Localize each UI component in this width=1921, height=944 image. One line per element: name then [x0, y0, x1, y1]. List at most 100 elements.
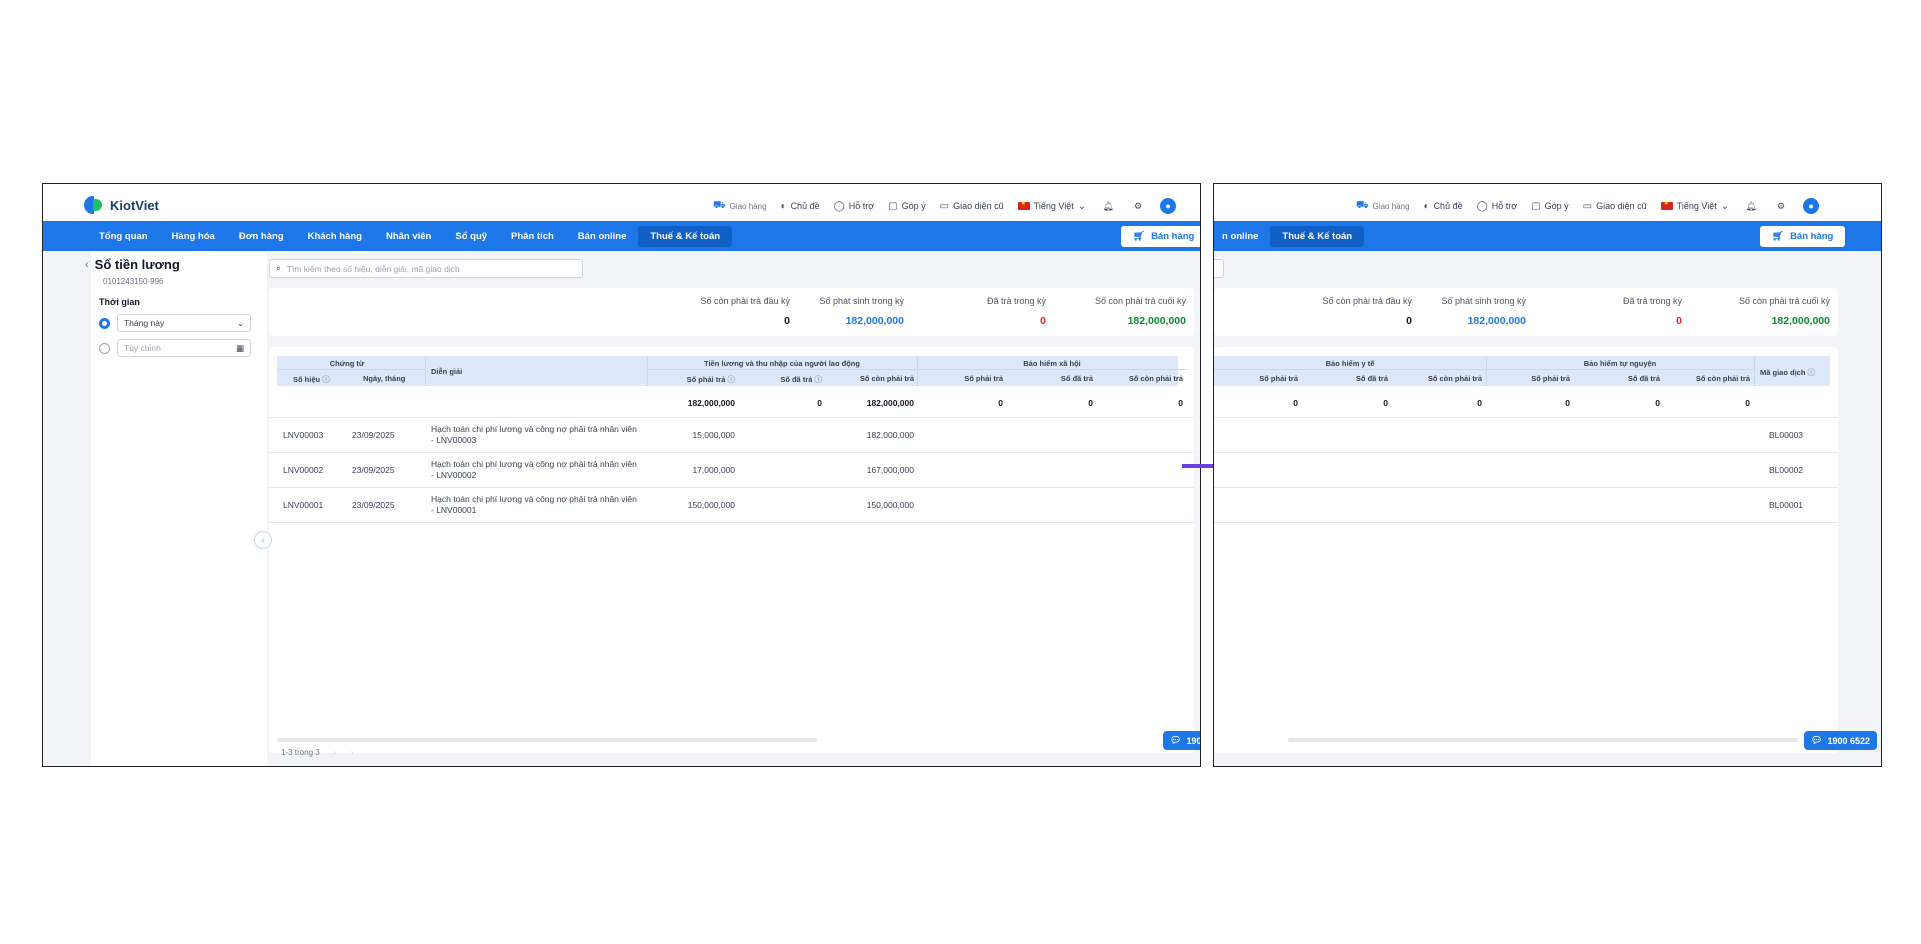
gear-icon[interactable]: ⚙ — [1773, 198, 1789, 214]
row-number[interactable]: LNV00003 — [283, 430, 323, 440]
summary-opening-label: Số còn phải trả đầu kỳ — [1322, 296, 1412, 306]
language-select[interactable]: Tiếng Việt⌄ — [1660, 200, 1729, 212]
cart-icon: 🛒︎ — [1133, 231, 1146, 242]
header-vol-payable: Số phải trả — [1531, 374, 1570, 383]
row-txn[interactable]: BL00001 — [1769, 500, 1803, 510]
tax-code: 0101243150-996 — [103, 277, 164, 286]
feedback-link[interactable]: ▢ Góp ý — [888, 201, 925, 212]
header-number[interactable]: Số hiệu ⓘ — [293, 374, 330, 385]
language-select[interactable]: Tiếng Việt⌄ — [1017, 200, 1087, 212]
row-desc: Hạch toán chi phí lương và công nợ phải … — [431, 459, 637, 480]
summary-paid-value: 0 — [1040, 315, 1046, 327]
main-nav: n online Thuế & Kế toán 🛒︎ Bán hàng — [1214, 221, 1881, 251]
table-row[interactable]: BL00002 — [1214, 453, 1838, 488]
vietnam-flag-icon — [1017, 200, 1030, 210]
custom-date-field[interactable]: Tùy chỉnh ▦ — [117, 339, 251, 357]
pager: 1-3 trong 3 ‹ › — [281, 748, 354, 757]
back-chevron-icon[interactable]: ‹ — [85, 259, 89, 271]
hotline-button[interactable]: 💬︎ 1900 6522 — [1804, 731, 1877, 750]
period-select[interactable]: Tháng này ⌄ — [117, 314, 251, 332]
nav-item-products[interactable]: Hàng hóa — [160, 226, 227, 247]
time-filter-label: Thời gian — [99, 297, 140, 307]
hotline-button[interactable]: 💬︎ 1900 65 — [1163, 731, 1200, 750]
support-link[interactable]: ◯ Hỗ trợ — [834, 201, 875, 212]
sell-button-label: Bán hàng — [1151, 231, 1195, 242]
vietnam-flag-icon — [1660, 200, 1673, 210]
table-row[interactable]: BL00001 — [1214, 488, 1838, 523]
support-label: Hỗ trợ — [848, 201, 875, 211]
row-number[interactable]: LNV00002 — [283, 465, 323, 475]
row-txn[interactable]: BL00002 — [1769, 465, 1803, 475]
row-txn[interactable]: BL00003 — [1769, 430, 1803, 440]
nav-item-tax-accounting[interactable]: Thuế & Kế toán — [1270, 225, 1365, 247]
horizontal-scrollbar[interactable] — [1288, 738, 1798, 742]
search-input[interactable]: ⌕ Tìm kiếm theo số hiệu, diễn giải, mã g… — [269, 259, 583, 278]
sell-button-label: Bán hàng — [1790, 231, 1834, 242]
support-link[interactable]: ◯ Hỗ trợ — [1477, 201, 1518, 212]
kiotviet-logo[interactable]: KiotViet — [84, 196, 159, 214]
gear-icon[interactable]: ⚙ — [1130, 198, 1146, 214]
header-salary-remaining: Số còn phải trả — [859, 374, 914, 383]
page-title: ‹ Sổ tiền lương — [85, 257, 180, 272]
table-row[interactable]: LNV00001 23/09/2025 Hạch toán chi phí lư… — [269, 488, 1194, 523]
feedback-label: Góp ý — [901, 201, 926, 211]
chevron-down-icon: ⌄ — [236, 317, 244, 328]
summary-closing: Số còn phải trả cuối kỳ 182,000,000 — [1095, 296, 1186, 327]
chevron-left-icon: ‹ — [261, 534, 265, 546]
nav-item-online[interactable]: Bán online — [566, 226, 639, 247]
horizontal-scrollbar[interactable] — [277, 738, 817, 742]
chevron-left-icon[interactable]: ‹ — [334, 748, 337, 757]
row-number[interactable]: LNV00001 — [283, 500, 323, 510]
sell-button[interactable]: 🛒︎ Bán hàng — [1760, 226, 1846, 247]
radio-this-month[interactable] — [99, 318, 110, 329]
delivery-link[interactable]: ⛟ Giao hàng — [713, 200, 767, 213]
old-ui-label: Giao diện cũ — [953, 201, 1004, 211]
delivery-link[interactable]: ⛟ Giao hàng — [1356, 200, 1410, 213]
nav-item-overview[interactable]: Tổng quan — [87, 226, 160, 247]
summary-closing-value: 182,000,000 — [1127, 315, 1186, 327]
table-row[interactable]: LNV00002 23/09/2025 Hạch toán chi phí lư… — [269, 453, 1194, 488]
bell-icon[interactable]: 🔔︎ — [1743, 198, 1759, 214]
nav-item-employees[interactable]: Nhân viên — [374, 226, 443, 247]
avatar[interactable]: ● — [1160, 198, 1177, 214]
cart-icon: 🛒︎ — [1772, 231, 1785, 242]
summary-opening: Số còn phải trả đầu kỳ 0 — [1322, 296, 1412, 327]
chevron-right-icon[interactable]: › — [351, 748, 354, 757]
nav-item-customers[interactable]: Khách hàng — [296, 226, 374, 247]
feedback-link[interactable]: ▢ Góp ý — [1531, 201, 1568, 212]
radio-custom[interactable] — [99, 343, 110, 354]
header-txn[interactable]: Mã giao dịch ⓘ — [1760, 367, 1815, 378]
chevron-down-icon: ⌄ — [1077, 200, 1087, 212]
old-ui-link[interactable]: ▭ Giao diện cũ — [1583, 201, 1647, 212]
old-ui-link[interactable]: ▭ Giao diện cũ — [940, 201, 1004, 212]
nav-item-analytics[interactable]: Phân tích — [499, 226, 566, 247]
collapse-sidebar-button[interactable]: ‹ — [254, 531, 272, 549]
delivery-label: Giao hàng — [1372, 201, 1410, 211]
table-row[interactable]: BL00003 — [1214, 418, 1838, 453]
chat-bubble-icon: ◯ — [1476, 200, 1488, 212]
avatar[interactable]: ● — [1803, 198, 1820, 214]
sell-button[interactable]: 🛒︎ Bán hàng — [1121, 226, 1200, 247]
nav-item-online[interactable]: n online — [1214, 226, 1270, 247]
theme-link[interactable]: ◐ Chủ đề — [781, 201, 820, 212]
palette-icon: ◐ — [780, 200, 787, 212]
summary-closing: Số còn phải trả cuối kỳ 182,000,000 — [1739, 296, 1830, 327]
table-header: Bảo hiểm y tế Số phải trả Số đã trả Số c… — [1214, 356, 1830, 386]
bell-icon[interactable]: 🔔︎ — [1100, 198, 1116, 214]
total-salary-paid: 0 — [817, 398, 822, 408]
row-remaining: 150,000,000 — [866, 500, 914, 510]
kiotviet-logo-icon — [84, 196, 104, 214]
theme-link[interactable]: ◐ Chủ đề — [1424, 201, 1463, 212]
total-health-payable: 0 — [1293, 398, 1298, 408]
nav-item-tax-accounting[interactable]: Thuế & Kế toán — [638, 225, 733, 247]
table-row[interactable]: LNV00003 23/09/2025 Hạch toán chi phí lư… — [269, 418, 1194, 453]
summary-closing-value: 182,000,000 — [1771, 315, 1830, 327]
page-title-text: Sổ tiền lương — [94, 257, 180, 272]
summary-closing-label: Số còn phải trả cuối kỳ — [1094, 296, 1186, 306]
nav-item-cashbook[interactable]: Sổ quỹ — [443, 226, 499, 247]
header-salary-paid-label: Số đã trả — [780, 375, 813, 384]
truck-icon: ⛟ — [1356, 199, 1369, 211]
nav-item-orders[interactable]: Đơn hàng — [227, 226, 296, 247]
search-input-edge[interactable] — [1214, 259, 1224, 278]
palette-icon: ◐ — [1423, 200, 1430, 212]
